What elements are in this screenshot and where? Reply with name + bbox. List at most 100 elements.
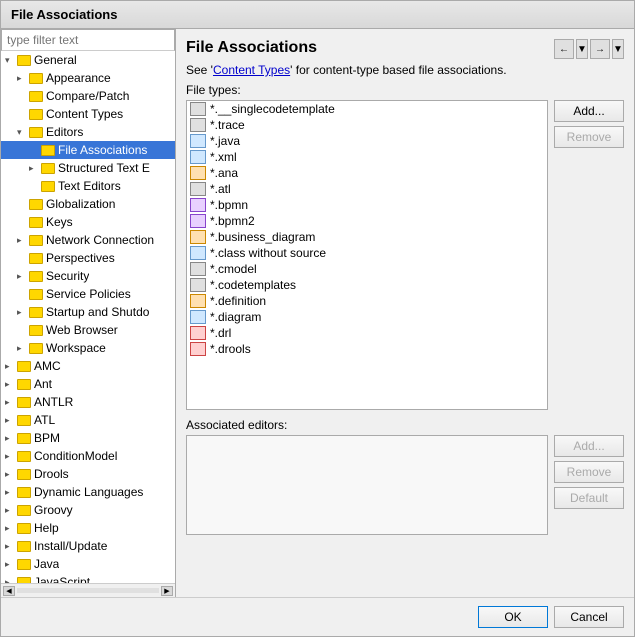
expand-arrow-drools: ▸ [5, 469, 17, 480]
tree-item-appearance[interactable]: ▸Appearance [1, 69, 175, 87]
file-item-label: *.codetemplates [210, 278, 296, 292]
tree-item-network-connections[interactable]: ▸Network Connection [1, 231, 175, 249]
tree-item-help[interactable]: ▸Help [1, 519, 175, 537]
file-item-label: *.trace [210, 118, 245, 132]
file-list-item[interactable]: *.cmodel [187, 261, 547, 277]
file-list-item[interactable]: *.java [187, 133, 547, 149]
tree-label-file-associations: File Associations [58, 143, 147, 157]
tree-item-editors[interactable]: ▾Editors [1, 123, 175, 141]
tree-icon-install-update [17, 541, 31, 552]
file-list-item[interactable]: *.drools [187, 341, 547, 357]
file-list-item[interactable]: *.drl [187, 325, 547, 341]
expand-arrow-install-update: ▸ [5, 541, 17, 552]
tree-item-workspace[interactable]: ▸Workspace [1, 339, 175, 357]
tree-container: ▾General▸AppearanceCompare/PatchContent … [1, 51, 175, 583]
file-item-label: *.business_diagram [210, 230, 315, 244]
tree-item-web-browser[interactable]: Web Browser [1, 321, 175, 339]
tree-item-general[interactable]: ▾General [1, 51, 175, 69]
tree-item-atl[interactable]: ▸ATL [1, 411, 175, 429]
filter-input[interactable] [1, 29, 175, 51]
tree-label-groovy: Groovy [34, 503, 73, 517]
file-list-item[interactable]: *.business_diagram [187, 229, 547, 245]
right-content: See 'Content Types' for content-type bas… [186, 63, 624, 597]
tree-icon-condition-model [17, 451, 31, 462]
file-list-item[interactable]: *.trace [187, 117, 547, 133]
file-list-item[interactable]: *.bpmn2 [187, 213, 547, 229]
tree-item-service-policies[interactable]: Service Policies [1, 285, 175, 303]
file-item-label: *.diagram [210, 310, 261, 324]
tree-item-antlr[interactable]: ▸ANTLR [1, 393, 175, 411]
tree-item-perspectives[interactable]: Perspectives [1, 249, 175, 267]
tree-item-javascript[interactable]: ▸JavaScript [1, 573, 175, 583]
file-item-label: *.atl [210, 182, 231, 196]
file-list-item[interactable]: *.__singlecodetemplate [187, 101, 547, 117]
file-list-item[interactable]: *.bpmn [187, 197, 547, 213]
file-types-list[interactable]: *.__singlecodetemplate*.trace*.java*.xml… [186, 100, 548, 410]
tree-label-editors: Editors [46, 125, 83, 139]
tree-item-startup-shutdown[interactable]: ▸Startup and Shutdo [1, 303, 175, 321]
tree-label-network-connections: Network Connection [46, 233, 154, 247]
expand-arrow-security: ▸ [17, 271, 29, 282]
tree-item-install-update[interactable]: ▸Install/Update [1, 537, 175, 555]
file-list-item[interactable]: *.diagram [187, 309, 547, 325]
tree-item-drools[interactable]: ▸Drools [1, 465, 175, 483]
default-button[interactable]: Default [554, 487, 624, 509]
tree-icon-security [29, 271, 43, 282]
scroll-right-btn[interactable]: ▶ [161, 586, 173, 596]
editors-list[interactable] [186, 435, 548, 535]
file-list-item[interactable]: *.ana [187, 165, 547, 181]
tree-label-help: Help [34, 521, 59, 535]
add-editor-button[interactable]: Add... [554, 435, 624, 457]
tree-item-bpm[interactable]: ▸BPM [1, 429, 175, 447]
file-item-icon [190, 214, 206, 228]
file-list-item[interactable]: *.codetemplates [187, 277, 547, 293]
tree-label-perspectives: Perspectives [46, 251, 115, 265]
tree-label-dynamic-languages: Dynamic Languages [34, 485, 143, 499]
tree-item-groovy[interactable]: ▸Groovy [1, 501, 175, 519]
tree-item-content-types[interactable]: Content Types [1, 105, 175, 123]
remove-editor-button[interactable]: Remove [554, 461, 624, 483]
file-item-icon [190, 102, 206, 116]
file-item-label: *.ana [210, 166, 238, 180]
ok-button[interactable]: OK [478, 606, 548, 628]
tree-icon-content-types [29, 109, 43, 120]
cancel-button[interactable]: Cancel [554, 606, 624, 628]
back-dropdown-button[interactable]: ▼ [576, 39, 588, 59]
file-item-label: *.class without source [210, 246, 326, 260]
tree-item-keys[interactable]: Keys [1, 213, 175, 231]
tree-item-java[interactable]: ▸Java [1, 555, 175, 573]
tree-item-compare-patch[interactable]: Compare/Patch [1, 87, 175, 105]
tree-icon-startup-shutdown [29, 307, 43, 318]
add-file-button[interactable]: Add... [554, 100, 624, 122]
tree-label-javascript: JavaScript [34, 575, 90, 583]
tree-item-globalization[interactable]: Globalization [1, 195, 175, 213]
tree-label-antlr: ANTLR [34, 395, 73, 409]
tree-item-structured-text[interactable]: ▸Structured Text E [1, 159, 175, 177]
file-list-item[interactable]: *.class without source [187, 245, 547, 261]
forward-button[interactable]: → [590, 39, 610, 59]
expand-arrow-ant: ▸ [5, 379, 17, 390]
file-item-label: *.drools [210, 342, 251, 356]
tree-icon-globalization [29, 199, 43, 210]
forward-dropdown-button[interactable]: ▼ [612, 39, 624, 59]
file-item-icon [190, 278, 206, 292]
tree-item-amc[interactable]: ▸AMC [1, 357, 175, 375]
file-list-item[interactable]: *.atl [187, 181, 547, 197]
content-types-link[interactable]: Content Types [213, 63, 290, 77]
tree-icon-text-editors [41, 181, 55, 192]
tree-item-condition-model[interactable]: ▸ConditionModel [1, 447, 175, 465]
back-button[interactable]: ← [554, 39, 574, 59]
tree-item-file-associations[interactable]: File Associations [1, 141, 175, 159]
tree-item-text-editors[interactable]: Text Editors [1, 177, 175, 195]
tree-item-security[interactable]: ▸Security [1, 267, 175, 285]
file-list-item[interactable]: *.definition [187, 293, 547, 309]
description-text: See 'Content Types' for content-type bas… [186, 63, 624, 77]
remove-file-button[interactable]: Remove [554, 126, 624, 148]
scroll-left-btn[interactable]: ◀ [3, 586, 15, 596]
tree-icon-web-browser [29, 325, 43, 336]
file-list-item[interactable]: *.xml [187, 149, 547, 165]
horizontal-scrollbar[interactable]: ◀ ▶ [1, 583, 175, 597]
tree-item-dynamic-languages[interactable]: ▸Dynamic Languages [1, 483, 175, 501]
expand-arrow-bpm: ▸ [5, 433, 17, 444]
tree-item-ant[interactable]: ▸Ant [1, 375, 175, 393]
